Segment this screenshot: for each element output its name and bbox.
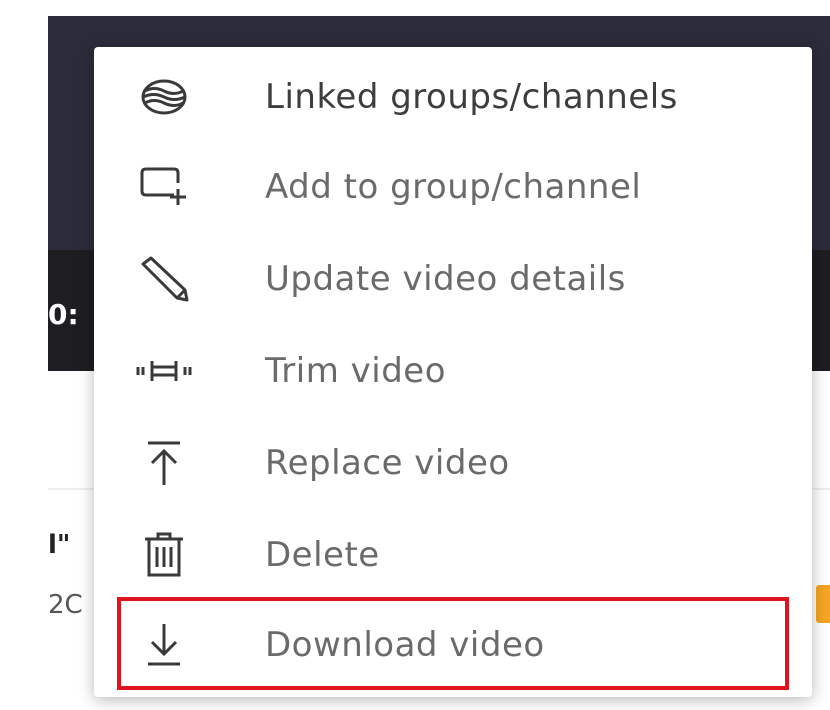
trash-icon [134, 525, 194, 585]
linked-channels-icon [134, 67, 194, 127]
add-to-group-icon [134, 157, 194, 217]
menu-item-label: Delete [265, 535, 380, 575]
menu-item-label: Linked groups/channels [265, 77, 678, 117]
menu-item-delete[interactable]: Delete [94, 511, 812, 599]
menu-item-label: Replace video [265, 443, 510, 483]
pencil-icon [134, 249, 194, 309]
menu-item-replace-video[interactable]: Replace video [94, 419, 812, 507]
menu-item-trim-video[interactable]: Trim video [94, 327, 812, 415]
video-meta-snippet: 2C [48, 590, 83, 620]
video-title-snippet: l" [48, 530, 71, 560]
download-highlight-box [117, 597, 789, 690]
menu-item-linked-groups[interactable]: Linked groups/channels [94, 53, 812, 141]
video-timecode: 0: [48, 298, 79, 331]
status-badge [816, 585, 830, 623]
menu-item-label: Add to group/channel [265, 167, 642, 207]
video-context-menu: Linked groups/channels Add to group/chan… [94, 47, 812, 697]
menu-item-label: Trim video [265, 351, 446, 391]
menu-item-add-to-group[interactable]: Add to group/channel [94, 143, 812, 231]
upload-icon [134, 433, 194, 493]
menu-item-label: Update video details [265, 259, 626, 299]
trim-icon [134, 341, 194, 401]
menu-item-update-details[interactable]: Update video details [94, 235, 812, 323]
